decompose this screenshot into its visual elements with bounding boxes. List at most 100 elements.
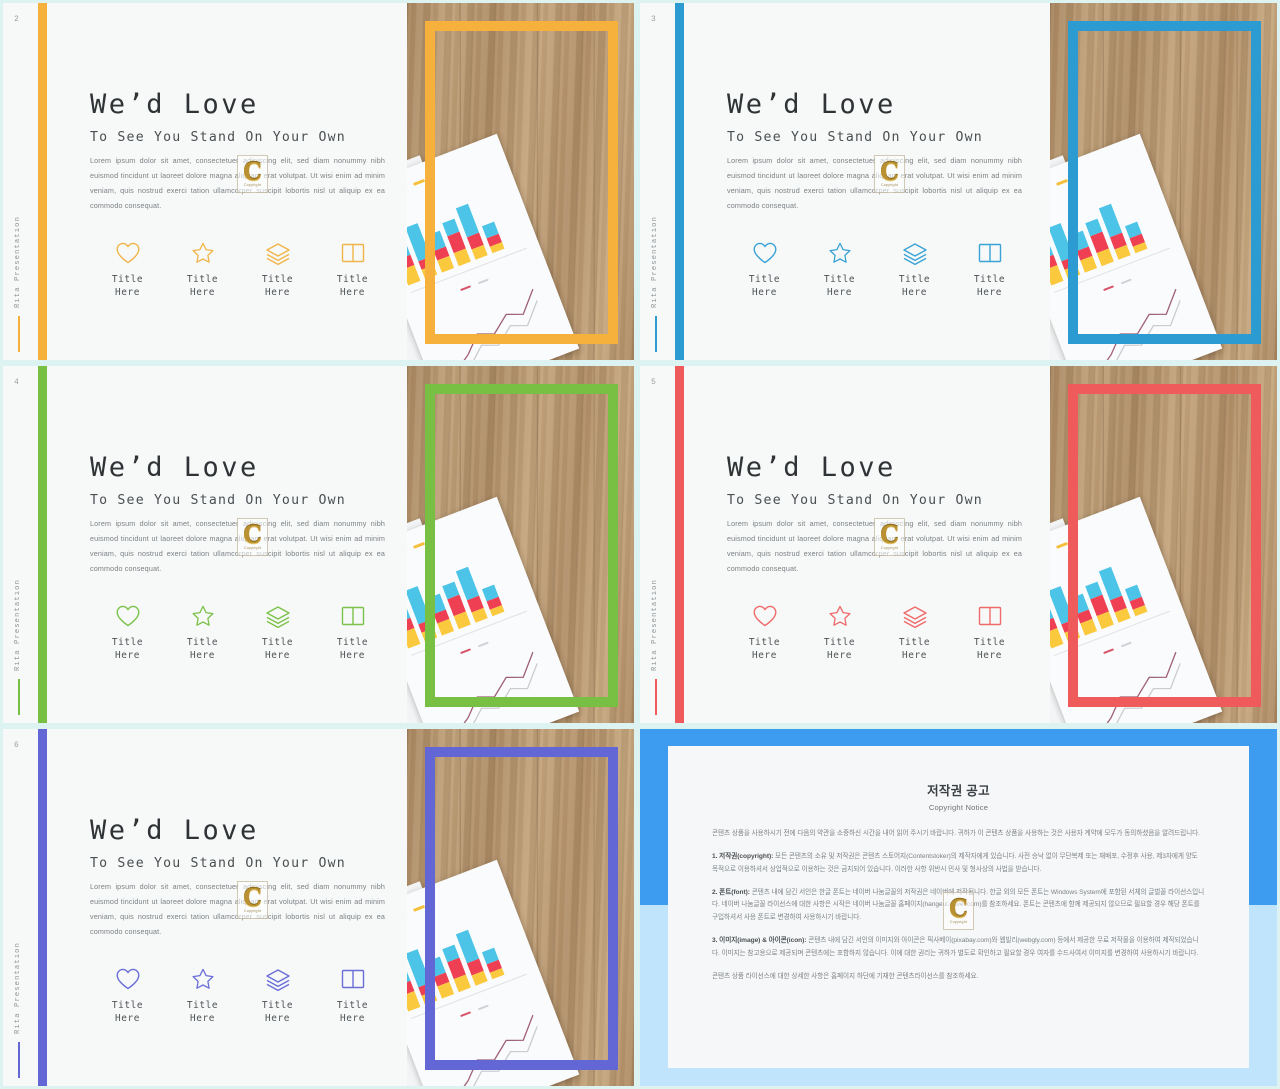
slide-6[interactable]: 6 Rita Presentation We’d Love To See You… [0,726,637,1089]
feature-row: Title Here Title Here Title Here Title H… [90,967,390,1025]
feature-label: Title Here [898,274,931,298]
slide-4[interactable]: 4 Rita Presentation We’d Love To See You… [0,363,637,726]
feature-item-heart[interactable]: Title Here [90,241,165,299]
chart-legend [1050,541,1069,562]
feature-item-book[interactable]: Title Here [952,604,1027,662]
feature-label: Title Here [336,637,369,661]
slide-rail: 5 Rita Presentation [640,366,684,723]
chart-bars [407,170,524,286]
slide-number: 5 [651,378,657,387]
copy-block: We’d Love To See You Stand On Your Own L… [90,453,385,577]
rail-tick [18,1042,20,1078]
star-icon [165,604,240,628]
feature-item-star[interactable]: Title Here [802,241,877,299]
rail-tick [18,679,20,715]
feature-item-book[interactable]: Title Here [315,604,390,662]
feature-item-book[interactable]: Title Here [315,241,390,299]
feature-label: Title Here [823,637,856,661]
slide-photo [407,366,634,723]
line-chart [441,651,538,723]
line-chart [441,288,538,360]
feature-label: Title Here [186,637,219,661]
feature-item-book[interactable]: Title Here [315,967,390,1025]
subheadline: To See You Stand On Your Own [727,130,983,146]
notice-section-copyright: 1. 저작권(copyright): 모든 콘텐츠의 소유 및 저작권은 콘텐츠… [712,851,1205,877]
rail-label: Rita Presentation [651,215,659,308]
copy-block: We’d Love To See You Stand On Your Own L… [727,452,1022,577]
rail-label: Rita Presentation [651,578,659,671]
feature-item-star[interactable]: Title Here [165,604,240,662]
feature-item-layers[interactable]: Title Here [877,241,952,299]
feature-label: Title Here [261,1000,294,1024]
notice-section-text: 모든 콘텐츠의 소유 및 저작권은 콘텐츠 스토어지(Contentstoker… [712,852,1198,873]
notice-card: 저작권 공고 Copyright Notice 콘텐츠 상품을 사용하시기 전에… [668,746,1249,1068]
line-chart [441,1014,538,1086]
feature-label: Title Here [823,274,856,298]
slide-3[interactable]: 3 Rita Presentation We’d Love To See You… [637,0,1280,363]
rail-label: Rita Presentation [14,215,22,308]
rail-label: Rita Presentation [14,941,22,1034]
rail-tick [18,316,20,352]
feature-item-star[interactable]: Title Here [802,604,877,662]
notice-section-label: 2. 폰트(font): [712,888,750,896]
star-icon [802,241,877,265]
rail-label: Rita Presentation [14,578,22,671]
slide-rail: 6 Rita Presentation [3,729,47,1086]
heart-icon [727,241,802,265]
slide-number: 4 [14,378,20,387]
slide-number: 3 [651,15,657,24]
feature-item-book[interactable]: Title Here [952,241,1027,299]
feature-label: Title Here [973,274,1006,298]
slide-rail: 2 Rita Presentation [3,3,47,360]
notice-subtitle: Copyright Notice [928,803,989,812]
book-icon [315,604,390,628]
body-paragraph: Lorem ipsum dolor sit amet, consectetuer… [727,156,1022,210]
chart-bars [1050,533,1167,649]
feature-item-heart[interactable]: Title Here [90,967,165,1025]
headline: We’d Love [727,452,896,483]
rail-tick [655,679,657,715]
feature-row: Title Here Title Here Title Here Title H… [727,604,1027,662]
feature-item-layers[interactable]: Title Here [240,604,315,662]
feature-label: Title Here [186,1000,219,1024]
feature-row: Title Here Title Here Title Here Title H… [90,241,390,299]
notice-section-label: 1. 저작권(copyright): [712,852,774,860]
body-paragraph: Lorem ipsum dolor sit amet, consectetuer… [90,156,385,210]
slide-rail: 4 Rita Presentation [3,366,47,723]
copy-block: We’d Love To See You Stand On Your Own L… [727,90,1022,214]
feature-item-layers[interactable]: Title Here [240,241,315,299]
feature-label: Title Here [111,637,144,661]
subheadline: To See You Stand On Your Own [90,856,346,872]
notice-body: 콘텐츠 상품을 사용하시기 전에 다음의 약관을 소중하신 시간을 내어 읽어 … [712,828,1205,984]
copy-block: We’d Love To See You Stand On Your Own L… [90,90,385,214]
feature-item-layers[interactable]: Title Here [240,967,315,1025]
notice-section-text: 콘텐츠 내에 담긴 서인은 한글 폰트는 네이버 나눔글꼴의 저작권은 네이버에… [712,888,1205,922]
feature-item-heart[interactable]: Title Here [727,241,802,299]
feature-label: Title Here [261,637,294,661]
copy-block: We’d Love To See You Stand On Your Own L… [90,816,385,940]
feature-item-heart[interactable]: Title Here [90,604,165,662]
notice-section-image: 3. 이미지(image) & 아이콘(icon): 콘텐츠 내에 담긴 서인의… [712,935,1205,961]
notice-title: 저작권 공고 [927,784,990,798]
chart-bars [407,533,524,649]
feature-item-star[interactable]: Title Here [165,967,240,1025]
feature-label: Title Here [748,274,781,298]
feature-item-heart[interactable]: Title Here [727,604,802,662]
copyright-notice-panel[interactable]: 저작권 공고 Copyright Notice 콘텐츠 상품을 사용하시기 전에… [637,726,1280,1089]
chart-legend [407,178,426,199]
slide-2[interactable]: 2 Rita Presentation We’d Love To See You… [0,0,637,363]
feature-item-star[interactable]: Title Here [165,241,240,299]
chart-bars [407,896,524,1012]
feature-label: Title Here [261,274,294,298]
layers-icon [877,604,952,628]
slide-5[interactable]: 5 Rita Presentation We’d Love To See You… [637,363,1280,726]
notice-section-label: 3. 이미지(image) & 아이콘(icon): [712,937,807,945]
slide-number: 6 [14,741,20,750]
slide-thumbnail-grid: 2 Rita Presentation We’d Love To See You… [0,0,1280,1089]
feature-item-layers[interactable]: Title Here [877,604,952,662]
heart-icon [90,241,165,265]
feature-label: Title Here [748,637,781,661]
chart-legend [407,904,426,925]
chart-legend [1050,178,1069,199]
book-icon [952,604,1027,628]
